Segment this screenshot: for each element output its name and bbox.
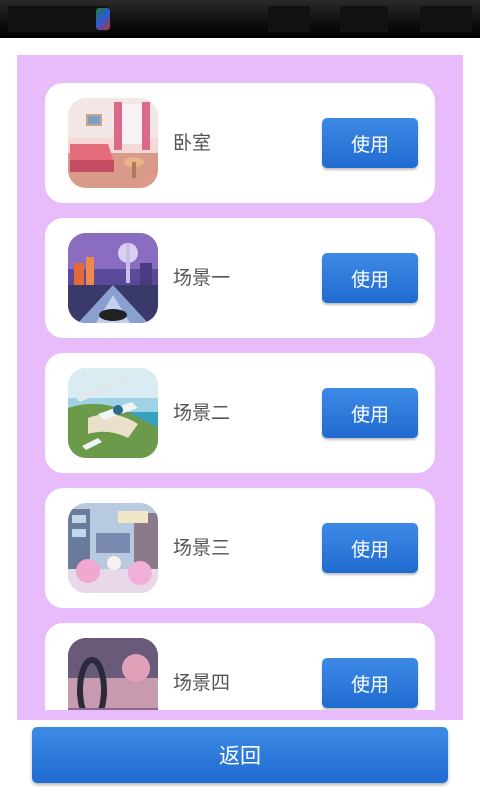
use-button-scene-4[interactable]: 使用 — [322, 658, 418, 708]
scene-label: 场景三 — [173, 537, 231, 559]
scene-card-bedroom: 卧室 使用 — [45, 83, 435, 203]
scene-card-1: 场景一 使用 — [45, 218, 435, 338]
status-bar — [0, 0, 480, 38]
scene-label: 场景四 — [173, 672, 231, 694]
coast-scene-thumbnail — [68, 368, 158, 458]
scene-list-panel: 卧室 使用 场景一 使用 场景二 使用 场景三 使用 场景四 使用 — [17, 55, 463, 720]
use-button-scene-3[interactable]: 使用 — [322, 523, 418, 573]
status-bar-left-icons — [8, 6, 108, 32]
scene-list[interactable]: 卧室 使用 场景一 使用 场景二 使用 场景三 使用 场景四 使用 — [17, 55, 463, 710]
scene-label: 场景一 — [173, 267, 231, 289]
clock-icon — [420, 6, 472, 32]
scene-card-4: 场景四 使用 — [45, 623, 435, 710]
battery-icon — [340, 6, 388, 32]
scene-card-2: 场景二 使用 — [45, 353, 435, 473]
city-scene-thumbnail — [68, 233, 158, 323]
scene-card-3: 场景三 使用 — [45, 488, 435, 608]
signal-icon — [268, 6, 310, 32]
scene-label: 场景二 — [173, 402, 231, 424]
app-notification-icon — [96, 8, 110, 30]
bedroom-thumbnail — [68, 98, 158, 188]
use-button-bedroom[interactable]: 使用 — [322, 118, 418, 168]
street-scene-thumbnail — [68, 503, 158, 593]
use-button-scene-2[interactable]: 使用 — [322, 388, 418, 438]
back-button[interactable]: 返回 — [32, 727, 448, 783]
use-button-scene-1[interactable]: 使用 — [322, 253, 418, 303]
scene-label: 卧室 — [173, 132, 212, 154]
portal-scene-thumbnail — [68, 638, 158, 710]
